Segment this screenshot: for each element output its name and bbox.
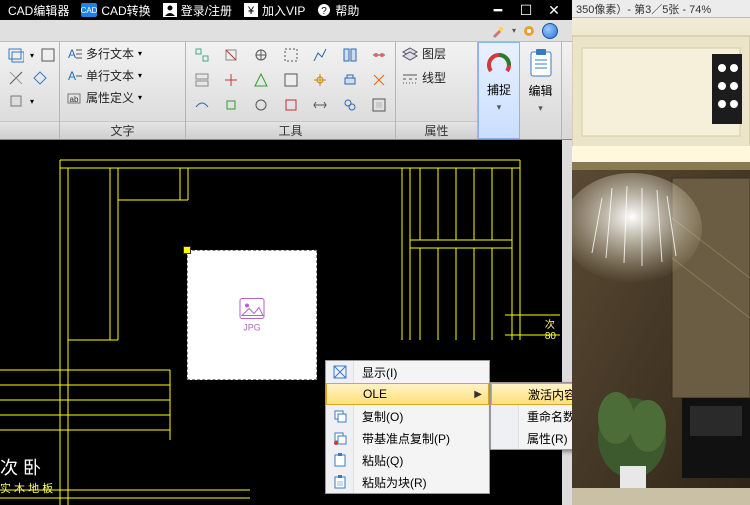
- menu-cad-convert[interactable]: CAD CAD转换: [75, 0, 156, 20]
- minimize-button[interactable]: ━: [484, 0, 512, 20]
- tool-icon[interactable]: [192, 95, 212, 115]
- tool-icon[interactable]: [369, 95, 389, 115]
- ribbon-icon-5[interactable]: [6, 91, 26, 111]
- tool-icon[interactable]: [251, 45, 271, 65]
- tool-icon[interactable]: [281, 45, 301, 65]
- tool-icon[interactable]: [222, 45, 242, 65]
- settings-dot-icon[interactable]: [522, 24, 536, 38]
- ribbon-singleline-text[interactable]: A 单行文本 ▾: [66, 67, 142, 84]
- app-title: CAD编辑器: [2, 0, 75, 20]
- menu-help[interactable]: ? 帮助: [311, 0, 365, 20]
- chevron-down-icon[interactable]: ▾: [138, 49, 142, 58]
- image-viewer-header: 350像素）- 第3／5张 - 74%: [572, 0, 750, 18]
- tool-icon[interactable]: [310, 70, 330, 90]
- yen-icon: ¥: [244, 3, 258, 17]
- linetype-icon: [402, 71, 418, 85]
- tool-icon[interactable]: [281, 70, 301, 90]
- image-viewer-panel: 350像素）- 第3／5张 - 74%: [572, 0, 750, 505]
- paste-icon: [333, 453, 347, 467]
- svg-text:ab: ab: [70, 95, 79, 104]
- ribbon-linetype[interactable]: 线型: [402, 69, 446, 86]
- tool-icon[interactable]: [281, 95, 301, 115]
- ribbon-icon-4[interactable]: [30, 68, 50, 88]
- svg-text:¥: ¥: [247, 5, 255, 17]
- ctx-ole[interactable]: OLE ▶: [326, 383, 489, 405]
- ribbon-icon-3[interactable]: [6, 68, 26, 88]
- maximize-button[interactable]: ☐: [512, 0, 540, 20]
- multiline-text-icon: A: [66, 46, 82, 62]
- dim-label: 次 80: [545, 316, 556, 342]
- ctx-copy[interactable]: 复制(O): [326, 405, 489, 427]
- interior-photo: [572, 18, 750, 505]
- ctx-copy-basepoint[interactable]: 带基准点复制(P): [326, 427, 489, 449]
- context-menu: 显示(I) OLE ▶ 复制(O) 带基准点复制(P) 粘贴(Q) 粘贴为块(R…: [325, 360, 490, 494]
- room-label: 次 卧: [0, 454, 41, 480]
- ribbon-icon-1[interactable]: [6, 45, 26, 65]
- ribbon-group-attr-title: 属性: [396, 121, 477, 139]
- tool-icon[interactable]: [340, 95, 360, 115]
- brush-icon[interactable]: [490, 23, 506, 39]
- question-icon: ?: [317, 3, 331, 17]
- tool-icon[interactable]: [192, 45, 212, 65]
- help-globe-icon[interactable]: [542, 23, 558, 39]
- tool-icon[interactable]: [340, 70, 360, 90]
- tool-icon[interactable]: [369, 70, 389, 90]
- ribbon-icon-2[interactable]: [38, 45, 58, 65]
- ctx-paste-block[interactable]: 粘贴为块(R): [326, 471, 489, 493]
- copy-icon: [333, 409, 347, 423]
- tool-icon[interactable]: [340, 45, 360, 65]
- ribbon-capture[interactable]: 捕捉 ▾: [478, 42, 520, 139]
- singleline-text-icon: A: [66, 68, 82, 84]
- tool-icon[interactable]: [251, 70, 271, 90]
- tool-icon[interactable]: [369, 45, 389, 65]
- tool-icon[interactable]: [222, 70, 242, 90]
- tool-icon[interactable]: [310, 45, 330, 65]
- menu-vip[interactable]: ¥ 加入VIP: [238, 0, 311, 20]
- close-button[interactable]: ✕: [540, 0, 568, 20]
- selection-handle[interactable]: [183, 246, 191, 254]
- edit-clipboard-icon: [528, 48, 554, 78]
- pasteblock-icon: [333, 475, 347, 489]
- ribbon-group-text-title: 文字: [60, 121, 185, 139]
- ctx-display[interactable]: 显示(I): [326, 361, 489, 383]
- jpg-icon: JPG: [239, 298, 265, 333]
- tool-icon[interactable]: [192, 70, 212, 90]
- ribbon-edit[interactable]: 编辑 ▾: [520, 42, 562, 139]
- user-icon: [163, 3, 177, 17]
- brush-dropdown[interactable]: ▾: [512, 26, 516, 35]
- ctx-paste[interactable]: 粘贴(Q): [326, 449, 489, 471]
- ribbon-layer[interactable]: 图层: [402, 45, 446, 62]
- ribbon-dropdown-1[interactable]: ▾: [30, 51, 34, 60]
- chevron-down-icon: ▾: [538, 103, 543, 114]
- svg-text:?: ?: [322, 6, 328, 17]
- ribbon-attr-def[interactable]: ab 属性定义 ▾: [66, 89, 142, 106]
- svg-text:CAD: CAD: [81, 6, 97, 15]
- ribbon: ▾ ▾ A 多行文本 ▾: [0, 42, 572, 140]
- svg-text:A: A: [68, 47, 76, 61]
- layer-icon: [402, 47, 418, 61]
- floor-label: 实 木 地 板: [0, 480, 53, 496]
- tool-icon[interactable]: [251, 95, 271, 115]
- inserted-image-placeholder[interactable]: JPG: [187, 250, 317, 380]
- tool-icon[interactable]: [310, 95, 330, 115]
- display-icon: [333, 365, 347, 379]
- tool-icon[interactable]: [222, 95, 242, 115]
- submenu-arrow-icon: ▶: [474, 389, 482, 400]
- ribbon-group-tool-title: 工具: [186, 121, 395, 139]
- svg-text:A: A: [68, 69, 76, 83]
- window-controls: ━ ☐ ✕: [484, 0, 568, 20]
- attr-def-icon: ab: [66, 90, 82, 106]
- vertical-scrollbar[interactable]: [562, 140, 572, 505]
- capture-icon: [485, 49, 513, 77]
- quick-access-strip: ▾: [0, 20, 572, 42]
- copybase-icon: [333, 431, 347, 445]
- chevron-down-icon: ▾: [497, 102, 502, 113]
- menu-login[interactable]: 登录/注册: [157, 0, 238, 20]
- ribbon-multiline-text[interactable]: A 多行文本 ▾: [66, 45, 142, 62]
- ribbon-dropdown-2[interactable]: ▾: [30, 97, 34, 106]
- cad-badge-icon: CAD: [81, 3, 97, 17]
